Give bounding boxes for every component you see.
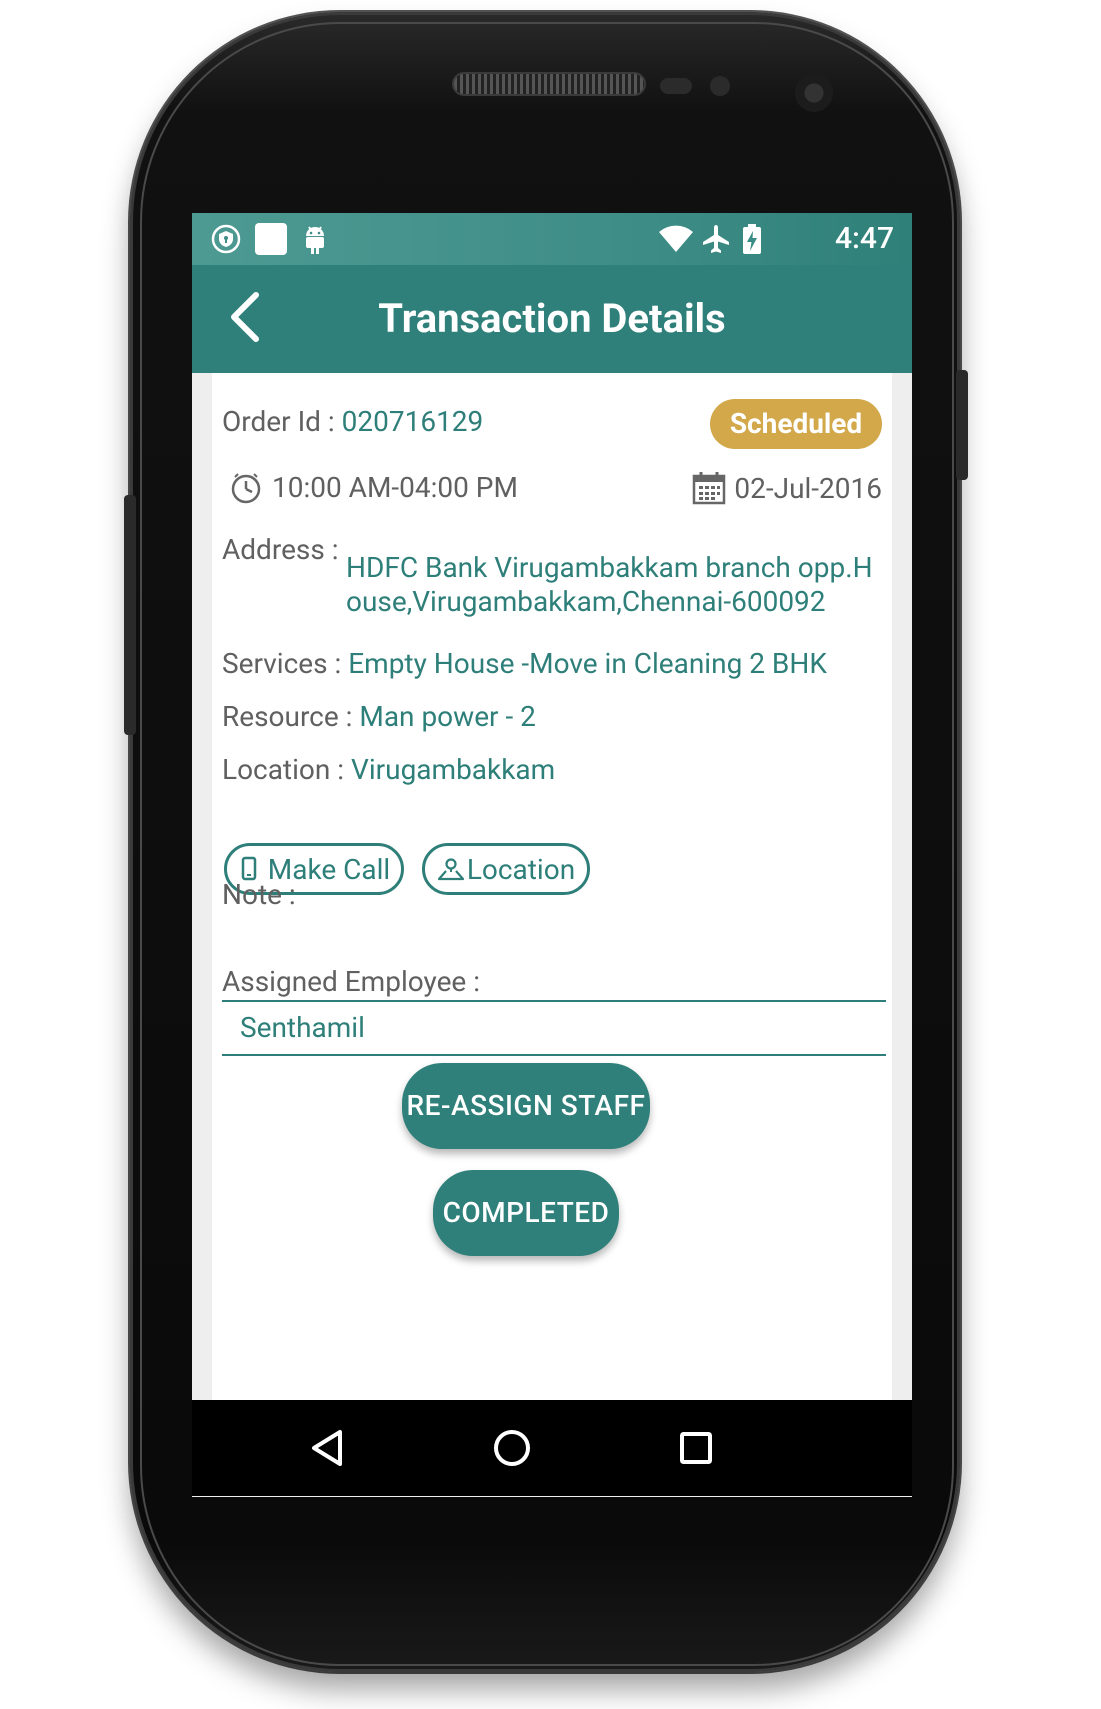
resource-value: Man power - 2 [359,700,536,733]
calendar-icon [693,472,726,505]
resource-row: Resource : Man power - 2 [222,700,536,733]
services-label: Services : [222,647,349,680]
map-pin-icon [437,858,464,881]
square-recents-icon [680,1432,712,1464]
earpiece-speaker [452,72,646,96]
order-id-value: 020716129 [341,405,484,438]
time-range: 10:00 AM-04:00 PM [272,471,518,504]
services-value: Empty House -Move in Cleaning 2 BHK [348,647,827,680]
order-id-label: Order Id : [222,405,342,438]
reassign-staff-button[interactable]: RE-ASSIGN STAFF [402,1063,650,1149]
airplane-mode-icon [698,223,734,255]
app-bar: Transaction Details [192,265,912,373]
proximity-sensor [660,78,692,94]
back-button[interactable] [218,287,278,347]
date-row: 02-Jul-2016 [692,471,882,505]
location-button-label: Location [466,852,576,886]
page-title: Transaction Details [378,295,726,342]
resource-label: Resource : [222,700,360,733]
assigned-value-divider [222,1054,886,1056]
nav-back-button[interactable] [302,1422,354,1474]
time-slot-row: 10:00 AM-04:00 PM [230,471,518,504]
transaction-card: Order Id : 020716129 Scheduled 10:00 AM-… [212,373,892,1473]
vpn-shield-icon [210,223,242,255]
order-id-row: Order Id : 020716129 [222,405,483,438]
nav-recents-button[interactable] [670,1422,722,1474]
light-sensor [710,76,730,96]
front-camera [795,74,833,112]
notification-square-icon [254,223,288,255]
battery-charging-icon [740,223,764,255]
assigned-employee-label: Assigned Employee : [222,965,481,998]
address-label: Address : [222,533,339,566]
volume-button [124,495,136,735]
wifi-icon [656,223,696,255]
circle-home-icon [494,1430,530,1466]
services-row: Services : Empty House -Move in Cleaning… [222,647,827,680]
completed-button[interactable]: COMPLETED [433,1170,619,1256]
clock-icon [231,472,261,503]
location-label: Location : [222,753,352,786]
location-row: Location : Virugambakkam [222,753,555,786]
assigned-employee-value[interactable]: Senthamil [240,1011,365,1044]
power-button [956,370,968,480]
nav-home-button[interactable] [486,1422,538,1474]
app-screen: 4:47 Transaction Details Order Id : 0207… [192,213,912,1497]
status-time: 4:47 [834,221,894,256]
status-badge: Scheduled [710,399,882,449]
address-value: HDFC Bank Virugambakkam branch opp.House… [346,551,873,618]
note-label: Note : [222,878,296,911]
order-date: 02-Jul-2016 [734,471,882,505]
assigned-label-divider [222,1000,886,1002]
triangle-back-icon [312,1430,342,1466]
location-value: Virugambakkam [351,753,556,786]
location-button[interactable]: Location [422,843,590,895]
chevron-left-icon [231,292,259,342]
system-nav-bar [192,1400,912,1496]
android-icon [300,223,330,255]
status-bar: 4:47 [192,213,912,265]
